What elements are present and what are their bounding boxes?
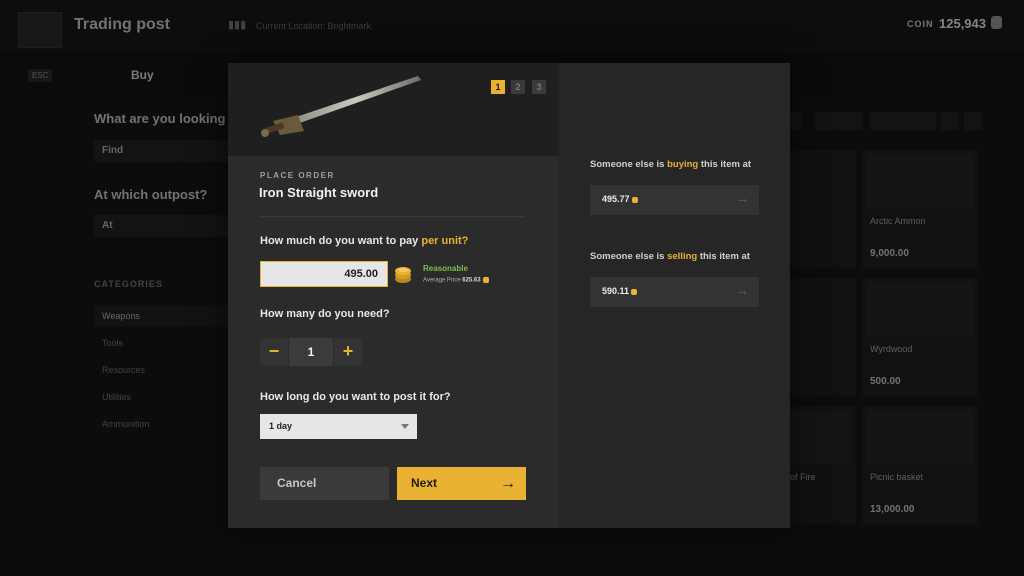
selling-price-value: 590.11 [602,286,630,296]
coin-icon [631,288,638,295]
average-price: Average Price 625.63 [423,277,489,284]
duration-question: How long do you want to post it for? [260,391,451,403]
next-label: Next [411,476,438,490]
quantity-value[interactable]: 1 [289,338,333,366]
offer-prefix: Someone else is [590,159,668,170]
duration-select[interactable]: 1 day [260,414,417,439]
item-title: Iron Straight sword [259,185,379,200]
market-offers-panel: Someone else is buying this item at 495.… [559,63,790,528]
price-question-text: How much do you want to pay [260,235,422,247]
cancel-button[interactable]: Cancel [260,467,389,500]
sword-icon [261,76,421,137]
average-price-value: 625.63 [462,277,481,284]
selling-offer-price: 590.11 [602,286,638,296]
price-question-highlight: per unit? [421,235,469,247]
offer-suffix: this item at [697,251,750,262]
divider [259,216,525,217]
buying-offer-button[interactable]: 495.77 → [590,185,759,215]
arrow-right-icon: → [735,282,749,298]
arrow-right-icon: → [735,190,749,206]
increment-button[interactable]: + [334,338,362,366]
coin-stack-icon [395,267,411,283]
order-form-panel: 1 2 3 PLACE ORDER Iron Straight sword Ho… [228,63,559,528]
place-order-modal: 1 2 3 PLACE ORDER Iron Straight sword Ho… [228,63,790,528]
next-button[interactable]: Next → [397,467,526,500]
offer-keyword: buying [667,159,699,170]
buying-price-value: 495.77 [602,194,630,204]
buying-offer-price: 495.77 [602,194,638,204]
price-question: How much do you want to pay per unit? [260,235,468,247]
offer-prefix: Someone else is [590,251,668,262]
step-1-indicator: 1 [491,80,505,94]
decrement-button[interactable]: − [260,338,288,366]
selling-offer-button[interactable]: 590.11 → [590,277,759,307]
arrow-right-icon: → [500,475,516,492]
coin-icon [482,277,489,283]
coin-icon [631,196,638,203]
chevron-down-icon [401,424,409,429]
step-3-indicator: 3 [532,80,546,94]
quantity-question: How many do you need? [260,308,390,320]
form-caption: PLACE ORDER [260,171,335,180]
offer-suffix: this item at [698,159,752,170]
price-assessment: Reasonable [423,264,468,273]
buying-offer-text: Someone else is buying this item at [590,159,751,170]
price-per-unit-input[interactable]: 495.00 [260,261,388,287]
selling-offer-text: Someone else is selling this item at [590,251,750,262]
step-2-indicator: 2 [511,80,525,94]
offer-keyword: selling [667,251,698,262]
item-image: 1 2 3 [228,63,559,156]
duration-value: 1 day [269,421,293,431]
average-price-label: Average Price [423,277,461,284]
cancel-label: Cancel [277,476,317,490]
